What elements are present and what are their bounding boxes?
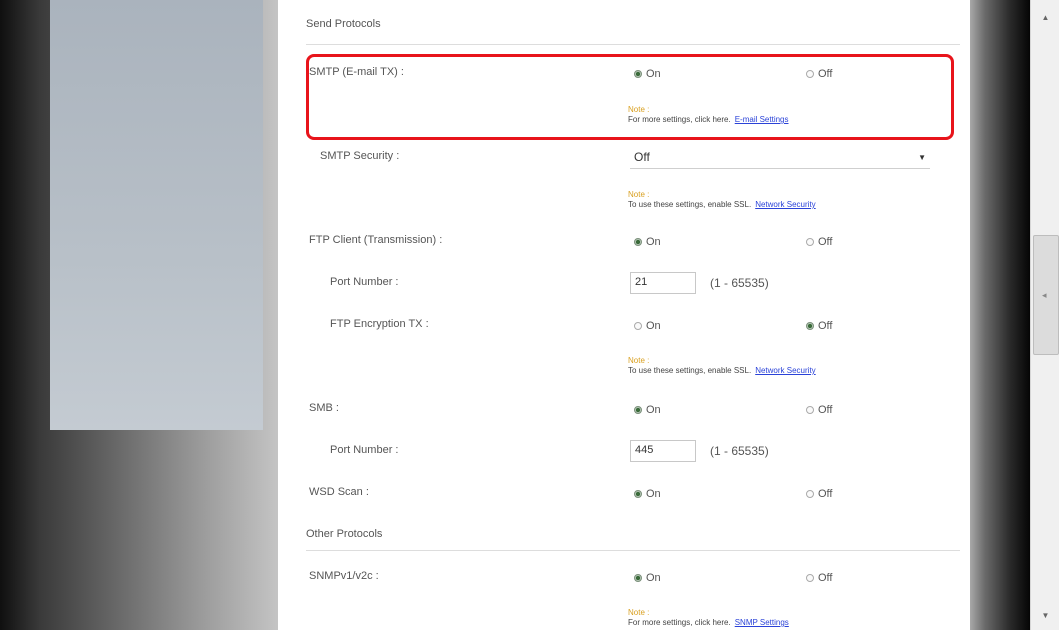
section-title-other-protocols: Other Protocols (306, 528, 383, 540)
wsd-scan-row: WSD Scan : On Off (278, 482, 970, 506)
radio-unselected-icon (806, 238, 814, 246)
note-label: Note : (628, 190, 650, 199)
note-text: For more settings, click here. (628, 618, 731, 627)
port-range: (1 - 65535) (710, 444, 769, 458)
ftp-client-off-radio[interactable]: Off (806, 230, 832, 254)
ftp-client-row: FTP Client (Transmission) : On Off (278, 230, 970, 254)
radio-unselected-icon (806, 574, 814, 582)
chevron-down-icon: ▼ (918, 152, 926, 162)
ftp-encryption-note: Note : To use these settings, enable SSL… (628, 356, 816, 376)
snmp-off-radio[interactable]: Off (806, 566, 832, 590)
smb-port-row: Port Number : 445 (1 - 65535) (278, 440, 970, 464)
left-navigation-panel (50, 0, 263, 430)
snmp-on-radio[interactable]: On (634, 566, 661, 590)
ftp-encryption-on-radio[interactable]: On (634, 314, 661, 338)
radio-selected-icon (806, 322, 814, 330)
radio-label: Off (818, 404, 833, 416)
scroll-up-arrow-icon[interactable]: ▲ (1031, 8, 1059, 28)
ftp-encryption-off-radio[interactable]: Off (806, 314, 832, 338)
ftp-port-input[interactable]: 21 (630, 272, 696, 294)
radio-selected-icon (634, 574, 642, 582)
smb-port-input[interactable]: 445 (630, 440, 696, 462)
snmp-label: SNMPv1/v2c : (309, 570, 379, 582)
radio-unselected-icon (806, 406, 814, 414)
note-label: Note : (628, 608, 650, 617)
snmp-note: Note : For more settings, click here. SNM… (628, 608, 789, 628)
section-title-send-protocols: Send Protocols (306, 18, 381, 30)
background-right (970, 0, 1030, 630)
snmp-row: SNMPv1/v2c : On Off (278, 566, 970, 590)
vertical-scrollbar[interactable]: ▲ ◂ ▼ (1030, 0, 1059, 630)
radio-selected-icon (634, 238, 642, 246)
smtp-highlight-box (306, 54, 954, 140)
smb-on-radio[interactable]: On (634, 398, 661, 422)
radio-label: On (646, 572, 661, 584)
radio-label: On (646, 236, 661, 248)
smtp-security-note: Note : To use these settings, enable SSL… (628, 190, 816, 210)
radio-label: Off (818, 488, 833, 500)
smtp-security-row: SMTP Security : Off ▼ (278, 146, 970, 170)
radio-selected-icon (634, 490, 642, 498)
network-security-link[interactable]: Network Security (755, 200, 815, 209)
radio-label: On (646, 404, 661, 416)
radio-selected-icon (634, 406, 642, 414)
section-divider (306, 44, 960, 45)
smtp-security-label: SMTP Security : (320, 150, 400, 162)
grip-icon: ◂ (1042, 290, 1047, 300)
select-value: Off (634, 150, 650, 164)
ftp-port-label: Port Number : (330, 276, 399, 288)
ftp-encryption-label: FTP Encryption TX : (330, 318, 429, 330)
smb-row: SMB : On Off (278, 398, 970, 422)
wsd-scan-label: WSD Scan : (309, 486, 369, 498)
scroll-thumb[interactable]: ◂ (1033, 235, 1059, 355)
scroll-down-arrow-icon[interactable]: ▼ (1031, 606, 1059, 626)
radio-unselected-icon (806, 490, 814, 498)
smb-port-label: Port Number : (330, 444, 399, 456)
radio-label: On (646, 488, 661, 500)
radio-label: Off (818, 572, 833, 584)
ftp-client-label: FTP Client (Transmission) : (309, 234, 443, 246)
section-divider (306, 550, 960, 551)
network-security-link[interactable]: Network Security (755, 366, 815, 375)
smb-off-radio[interactable]: Off (806, 398, 832, 422)
radio-label: Off (818, 236, 833, 248)
note-text: To use these settings, enable SSL. (628, 200, 752, 209)
note-label: Note : (628, 356, 650, 365)
wsd-scan-off-radio[interactable]: Off (806, 482, 832, 506)
ftp-encryption-row: FTP Encryption TX : On Off (278, 314, 970, 338)
smb-label: SMB : (309, 402, 339, 414)
note-text: To use these settings, enable SSL. (628, 366, 752, 375)
ftp-client-on-radio[interactable]: On (634, 230, 661, 254)
ftp-port-row: Port Number : 21 (1 - 65535) (278, 272, 970, 296)
wsd-scan-on-radio[interactable]: On (634, 482, 661, 506)
smtp-security-select[interactable]: Off ▼ (630, 146, 930, 169)
radio-label: On (646, 320, 661, 332)
snmp-settings-link[interactable]: SNMP Settings (735, 618, 789, 627)
radio-unselected-icon (634, 322, 642, 330)
port-range: (1 - 65535) (710, 276, 769, 290)
radio-label: Off (818, 320, 833, 332)
